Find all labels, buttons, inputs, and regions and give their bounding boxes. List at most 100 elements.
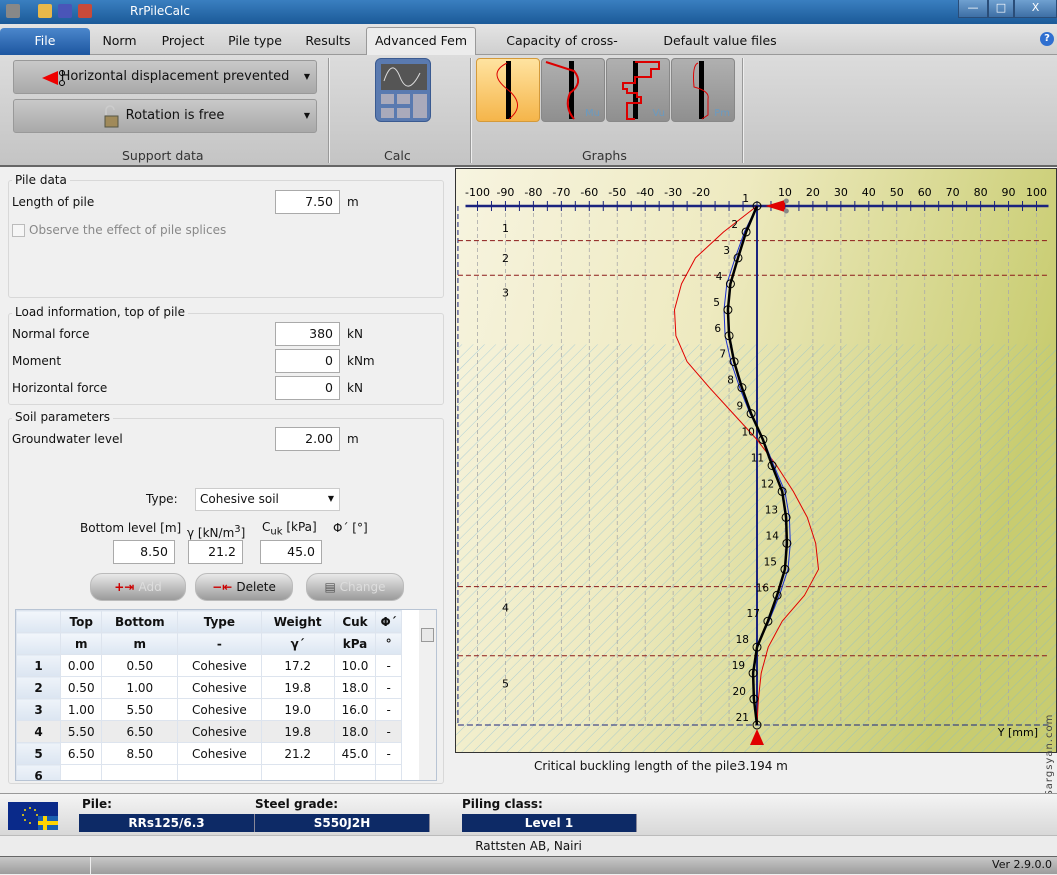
table-row[interactable]: 4 5.50 6.50 Cohesive 19.8 18.0- [16,720,402,743]
help-icon[interactable]: ? [1040,32,1054,46]
column-header[interactable]: Φ´ [375,610,402,633]
node-label: 3 [723,245,730,257]
groundwater-input[interactable]: 2.00 [275,427,340,451]
table-cell[interactable]: 10.0 [333,654,377,677]
calc-button[interactable] [375,58,431,122]
moment-input[interactable]: 0 [275,349,340,373]
table-cell[interactable]: Cohesive [177,676,262,699]
graph-deflection-button[interactable] [476,58,540,122]
ribbon-tabs: File Norm Project Pile type Results Adva… [0,24,1057,70]
gamma-input[interactable]: 21.2 [188,540,243,564]
soil-legend: Soil parameters [12,410,114,424]
column-header[interactable]: Cuk [333,610,377,633]
app-icon [6,4,20,18]
table-cell[interactable]: Cohesive [177,720,262,743]
close-file-icon[interactable] [78,4,92,18]
pile-data-legend: Pile data [12,173,70,187]
table-row[interactable]: 5 6.50 8.50 Cohesive 21.2 45.0- [16,742,402,765]
table-cell[interactable]: 45.0 [333,742,377,765]
add-layer-button[interactable]: +⇥ Add [90,573,186,601]
column-header[interactable]: Weight [260,610,335,633]
scrollbar-thumb[interactable] [421,628,434,642]
column-unit: - [177,632,262,655]
table-cell[interactable]: 0.50 [101,654,179,677]
splices-checkbox[interactable] [12,224,25,237]
minimize-button[interactable]: — [958,0,988,18]
table-cell[interactable]: - [375,654,402,677]
table-cell[interactable]: - [375,742,402,765]
tab-file[interactable]: File [0,28,90,55]
change-layer-button[interactable]: ▤ Change [306,573,404,601]
table-row[interactable]: 3 1.00 5.50 Cohesive 19.0 16.0- [16,698,402,721]
x-axis-label: Y [mm] [997,726,1038,739]
table-cell[interactable]: 5.50 [59,720,103,743]
tab-advanced-fem[interactable]: Advanced Fem [366,27,476,56]
table-cell[interactable]: 6.50 [59,742,103,765]
delete-layer-button[interactable]: −⇤ Delete [195,573,293,601]
column-header[interactable]: Top [59,610,103,633]
divider [470,58,472,163]
open-folder-icon[interactable] [38,4,52,18]
table-cell[interactable]: - [375,676,402,699]
table-row[interactable]: 6 [16,764,402,780]
horizontal-support-dropdown[interactable]: Horizontal displacement prevented ▼ [13,60,317,94]
table-cell[interactable]: 19.0 [260,698,335,721]
soil-type-select[interactable]: Cohesive soil ▼ [195,488,340,511]
column-header[interactable]: Type [177,610,262,633]
horizontal-support-icon [42,70,65,86]
table-cell[interactable]: - [375,698,402,721]
bottom-level-input[interactable]: 8.50 [113,540,175,564]
save-icon[interactable] [58,4,72,18]
graph-moment-button[interactable]: Mu [541,58,605,122]
table-cell[interactable]: 16.0 [333,698,377,721]
node-label: 19 [732,660,745,672]
length-input[interactable]: 7.50 [275,190,340,214]
table-cell[interactable]: Cohesive [177,698,262,721]
row-number: 2 [16,676,61,699]
tab-default-value-files[interactable]: Default value files [660,30,780,55]
table-cell[interactable]: 19.8 [260,720,335,743]
table-cell[interactable]: 5.50 [101,698,179,721]
table-cell[interactable]: 21.2 [260,742,335,765]
table-cell[interactable]: 0.50 [59,676,103,699]
close-button[interactable]: X [1014,0,1057,18]
tab-norm[interactable]: Norm [92,30,147,55]
maximize-button[interactable]: □ [988,0,1014,18]
table-cell[interactable]: 17.2 [260,654,335,677]
table-cell[interactable]: 19.8 [260,676,335,699]
table-cell[interactable]: Cohesive [177,654,262,677]
table-cell[interactable] [333,764,377,780]
table-row[interactable]: 2 0.50 1.00 Cohesive 19.8 18.0- [16,676,402,699]
table-cell[interactable]: 18.0 [333,676,377,699]
tab-results[interactable]: Results [298,30,358,55]
table-cell[interactable] [59,764,103,780]
graph-soil-pressure-button[interactable]: Pm [671,58,735,122]
column-header[interactable]: Bottom [101,610,179,633]
table-cell[interactable]: 18.0 [333,720,377,743]
rotation-dropdown[interactable]: Rotation is free ▼ [13,99,317,133]
tab-capacity-of-cross-section[interactable]: Capacity of cross-section [484,30,640,70]
table-cell[interactable]: 1.00 [101,676,179,699]
graph-shear-button[interactable]: Vu [606,58,670,122]
table-cell[interactable]: Cohesive [177,742,262,765]
x-tick-label: -60 [580,186,598,199]
table-scrollbar[interactable] [419,610,436,780]
table-cell[interactable] [101,764,179,780]
table-cell[interactable] [375,764,402,780]
table-cell[interactable]: 1.00 [59,698,103,721]
group-calc: Calc [384,148,411,163]
table-cell[interactable]: 8.50 [101,742,179,765]
horizontal-force-input[interactable]: 0 [275,376,340,400]
table-cell[interactable]: 0.00 [59,654,103,677]
piling-class-value: Level 1 [462,814,637,832]
table-row[interactable]: 1 0.00 0.50 Cohesive 17.2 10.0- [16,654,402,677]
table-cell[interactable]: 6.50 [101,720,179,743]
tab-pile-type[interactable]: Pile type [222,30,288,55]
table-cell[interactable] [260,764,335,780]
layer-label: 2 [502,252,509,265]
table-cell[interactable] [177,764,262,780]
cuk-input[interactable]: 45.0 [260,540,322,564]
normal-force-input[interactable]: 380 [275,322,340,346]
table-cell[interactable]: - [375,720,402,743]
tab-project[interactable]: Project [152,30,214,55]
